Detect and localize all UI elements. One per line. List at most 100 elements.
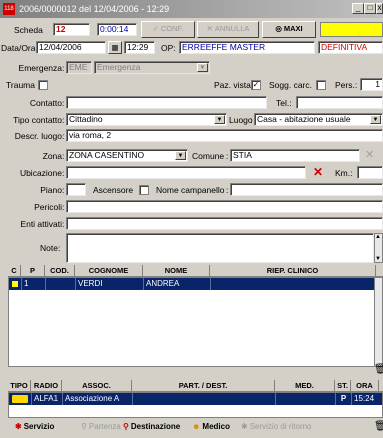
ubicazione-field[interactable] — [66, 166, 306, 179]
ubicazione-label: Ubicazione — [19, 168, 62, 178]
clear-comune-icon[interactable]: ✕ — [365, 148, 374, 162]
table-row[interactable]: 1 VERDI ANDREA — [9, 278, 375, 290]
patients-grid-header: C P COD. COGNOME NOME RIEP. CLINICO — [8, 265, 383, 277]
cell-part-dest — [133, 393, 276, 405]
colon: : — [62, 63, 65, 73]
destinazione-button[interactable]: ⚲ Destinazione — [123, 420, 180, 434]
table-row[interactable]: ALFA1 Associazione A P 15:24 — [9, 393, 382, 405]
col-header-riep-clinico[interactable]: RIEP. CLINICO — [210, 265, 376, 277]
contatto-label: Contatto — [29, 98, 62, 108]
colon: : — [62, 151, 65, 161]
elapsed-time-field: 0:00:14 — [97, 23, 137, 36]
colon: : — [62, 219, 65, 229]
enti-attivati-label: Enti attivati — [20, 219, 62, 229]
note-scrollbar[interactable]: ▲ ▼ — [374, 233, 383, 263]
col-header-cod[interactable]: COD. — [45, 265, 75, 277]
tipo-contatto-label: Tipo contatto — [13, 115, 62, 125]
col-header-part-dest[interactable]: PART. / DEST. — [132, 380, 275, 392]
pers-field[interactable]: 1 — [360, 78, 383, 91]
col-header-radio[interactable]: RADIO — [31, 380, 62, 392]
tel-field[interactable] — [296, 96, 383, 109]
tipo-contatto-select[interactable]: Cittadino ▼ — [66, 113, 227, 126]
col-header-assoc[interactable]: ASSOC. — [62, 380, 132, 392]
col-header-tipo[interactable]: TIPO — [8, 380, 31, 392]
zona-label: Zona — [42, 151, 62, 161]
patients-scrollbar[interactable] — [374, 278, 382, 366]
star-of-life-icon: ✱ — [241, 422, 248, 431]
col-header-p[interactable]: P — [21, 265, 45, 277]
servizio-button[interactable]: ✱ Servizio — [15, 420, 54, 434]
piano-field[interactable] — [66, 183, 86, 196]
close-button[interactable]: x — [376, 3, 383, 14]
scheda-field[interactable]: 12 — [53, 23, 90, 36]
colon: : — [62, 115, 65, 125]
colon: : — [226, 151, 229, 161]
emergenza-code-field[interactable]: EME — [66, 61, 92, 74]
maxi-button[interactable]: ◎ MAXI — [262, 21, 316, 38]
trauma-checkbox[interactable] — [38, 80, 48, 90]
col-header-ora[interactable]: ORA — [351, 380, 379, 392]
colon: : — [250, 115, 253, 125]
tipo-contatto-value: Cittadino — [69, 114, 103, 124]
piano-label: Piano — [40, 185, 62, 195]
minimize-button[interactable]: _ — [352, 3, 364, 14]
servizio-ritorno-button[interactable]: ✱ Servizio di ritorno — [241, 420, 312, 434]
missions-grid: ALFA1 Associazione A P 15:24 — [8, 392, 383, 418]
nome-campanello-field[interactable] — [230, 183, 383, 196]
maximize-button[interactable]: □ — [364, 3, 376, 14]
op-label: OP: — [161, 43, 176, 53]
trauma-label: Trauma — [6, 80, 35, 90]
window-title: 2006/0000012 del 12/04/2006 - 12:29 — [19, 4, 170, 14]
doctor-icon: ☻ — [192, 422, 201, 431]
calendar-button[interactable]: ▦ — [108, 41, 122, 54]
delete-patient-icon[interactable]: 🗑 — [374, 364, 383, 376]
servizio-label: Servizio — [23, 422, 55, 431]
km-field[interactable] — [357, 166, 383, 179]
nome-campanello-label: Nome campanello — [156, 185, 225, 195]
pericoli-field[interactable] — [66, 200, 383, 213]
ascensore-label: Ascensore — [93, 185, 134, 195]
col-header-med[interactable]: MED. — [275, 380, 335, 392]
partenza-button[interactable]: ⚲ Partenza — [81, 420, 121, 434]
medico-button[interactable]: ☻ Medico — [192, 420, 230, 434]
cell-radio: ALFA1 — [32, 393, 63, 405]
note-textarea[interactable] — [66, 233, 374, 263]
sogg-carc-checkbox[interactable] — [316, 80, 326, 90]
scheda-label: Scheda — [14, 25, 43, 35]
cell-med — [276, 393, 336, 405]
emergenza-select[interactable]: Emergenza ▼ — [94, 61, 210, 74]
paz-vista-label: Paz. vista — [214, 80, 251, 90]
clear-ubicazione-icon[interactable]: ✕ — [313, 164, 323, 180]
luogo-select[interactable]: Casa - abitazione usuale ▼ — [254, 113, 383, 126]
conf-button[interactable]: ✓ CONF. — [141, 21, 195, 38]
cross-icon: ✕ — [206, 24, 213, 33]
descr-luogo-field[interactable]: via roma, 2 — [66, 129, 383, 142]
col-header-c[interactable]: C — [8, 265, 21, 277]
time-field[interactable]: 12:29 — [124, 41, 155, 54]
cell-cognome: VERDI — [76, 278, 144, 290]
col-header-nome[interactable]: NOME — [143, 265, 210, 277]
comune-field[interactable]: STIA — [230, 149, 360, 162]
note-label: Note — [40, 243, 58, 253]
chevron-down-icon: ▼ — [197, 63, 208, 72]
zona-select[interactable]: ZONA CASENTINO ▼ — [66, 149, 188, 162]
dataora-label: Data/Ora — [1, 43, 36, 53]
col-header-st[interactable]: ST. — [335, 380, 351, 392]
date-field[interactable]: 12/04/2006 — [36, 41, 106, 54]
descr-luogo-label: Descr. luogo — [14, 131, 62, 141]
enti-attivati-field[interactable] — [66, 217, 383, 230]
annulla-button[interactable]: ✕ ANNULLA — [197, 21, 259, 38]
colon: : — [62, 131, 65, 141]
contatto-field[interactable] — [66, 96, 267, 109]
colon: : — [62, 168, 65, 178]
maxi-label: MAXI — [283, 24, 303, 33]
paz-vista-checkbox[interactable]: ✓ — [251, 80, 261, 90]
comune-label: Comune — [192, 151, 225, 161]
cell-nome: ANDREA — [144, 278, 211, 290]
destinazione-label: Destinazione — [130, 422, 181, 431]
ascensore-checkbox[interactable] — [139, 185, 149, 195]
check-icon: ✓ — [152, 24, 159, 33]
col-header-cognome[interactable]: COGNOME — [75, 265, 143, 277]
delete-mission-icon[interactable]: 🗑 — [374, 421, 383, 433]
checkmark-icon: ✓ — [252, 80, 260, 89]
